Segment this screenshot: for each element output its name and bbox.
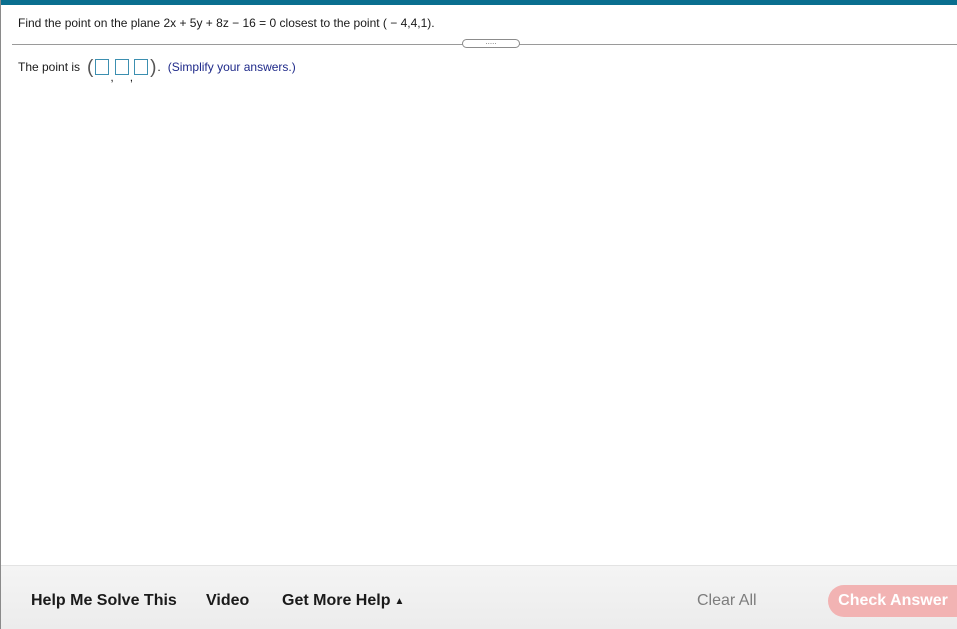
close-paren: ) [150,56,157,78]
comma-separator: , [110,70,114,84]
answer-period: . [157,60,161,74]
top-accent-bar [1,0,957,5]
answer-row: The point is ( , , ) . (Simplify your an… [18,56,296,85]
footer-toolbar: Help Me Solve This Video Get More Help ▲ … [1,565,957,629]
expand-button[interactable]: ..... [462,38,520,48]
get-more-help-label: Get More Help [282,592,391,609]
answer-input-y[interactable] [114,59,129,75]
question-page: Find the point on the plane 2x + 5y + 8z… [0,0,957,629]
answer-input-x[interactable] [95,59,110,75]
answer-input-z[interactable] [134,59,149,75]
get-more-help-button[interactable]: Get More Help ▲ [282,592,404,610]
video-button[interactable]: Video [206,592,249,610]
clear-all-button[interactable]: Clear All [697,592,757,610]
simplify-hint: (Simplify your answers.) [167,60,296,74]
question-text: Find the point on the plane 2x + 5y + 8z… [18,16,435,30]
open-paren: ( [87,56,94,78]
check-answer-button[interactable]: Check Answer [828,585,957,617]
caret-up-icon: ▲ [394,596,405,607]
comma-separator: , [129,70,134,84]
help-me-solve-this-button[interactable]: Help Me Solve This [31,592,177,610]
answer-prefix: The point is [18,60,81,74]
